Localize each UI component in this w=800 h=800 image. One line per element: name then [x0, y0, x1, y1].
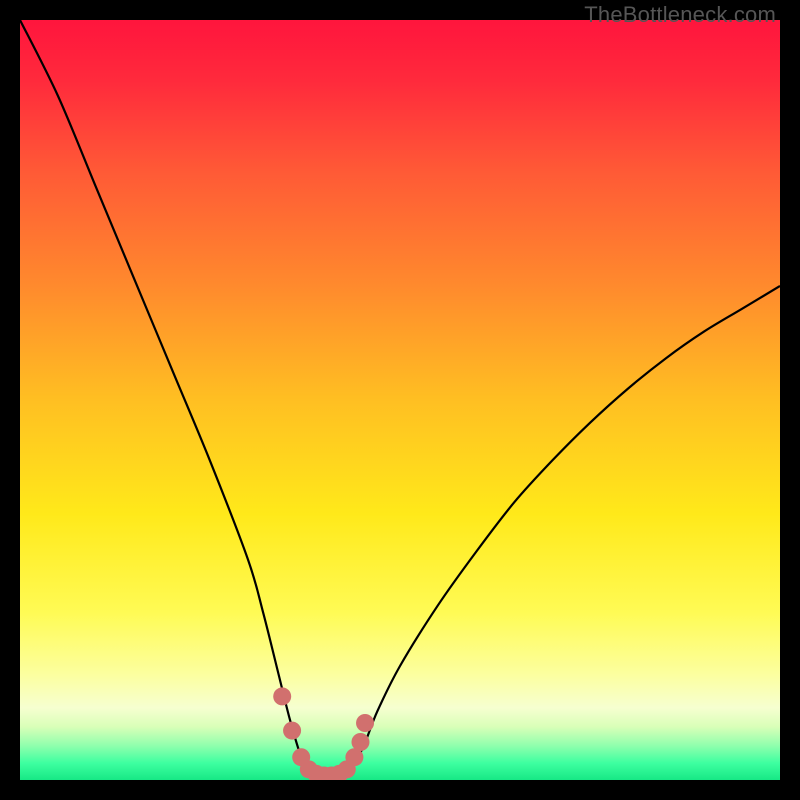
- marker-dot: [351, 733, 369, 751]
- marker-dot: [283, 722, 301, 740]
- watermark-text: TheBottleneck.com: [584, 2, 776, 28]
- bottleneck-chart: [20, 20, 780, 780]
- chart-frame: [20, 20, 780, 780]
- marker-dot: [273, 687, 291, 705]
- marker-dot: [356, 714, 374, 732]
